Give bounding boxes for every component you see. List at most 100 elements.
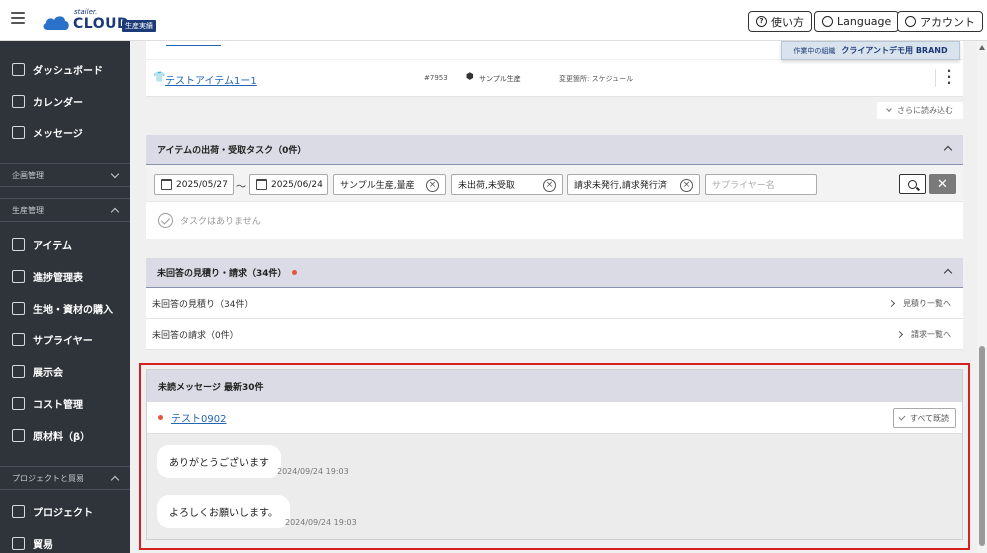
clear-icon[interactable]: ×: [680, 179, 693, 192]
org-name: クライアントデモ用 BRAND: [841, 46, 948, 55]
sidebar-item-label: 原材料（β）: [33, 431, 91, 443]
sidebar-item-label: 進捗管理表: [33, 272, 83, 284]
section-label: プロジェクトと貿易: [12, 473, 84, 483]
panel-title: アイテムの出荷・受取タスク（0件）: [157, 146, 307, 156]
chevron-up-icon: [943, 268, 953, 278]
sidebar-item-calendar[interactable]: カレンダー: [0, 87, 130, 115]
chevron-right-icon: [895, 330, 904, 339]
unanswered-panel-header[interactable]: 未回答の見積り・請求（34件）: [146, 258, 963, 288]
app-logo[interactable]: stailer. CLOUD 生産実績: [42, 8, 162, 34]
divider: [935, 69, 936, 87]
production-filter-value: サンプル生産,量産: [340, 181, 415, 191]
panel-title: 未回答の見積り・請求（34件）: [157, 269, 287, 279]
sidebar-item-exhibition[interactable]: 展示会: [0, 357, 130, 385]
kebab-menu-icon[interactable]: · · ·: [946, 65, 952, 89]
date-to-field[interactable]: 2025/06/24: [249, 174, 328, 195]
supplier-placeholder: サプライヤー名: [712, 181, 775, 191]
status-filter[interactable]: 未出荷,未受取 ×: [451, 174, 563, 195]
scrollbar[interactable]: [977, 41, 987, 553]
list-icon: [12, 237, 25, 251]
main-content: 👕 テストアイテム1ー1 #7953 ⬢ サンプル生産 変更箇所: スケジュール…: [130, 41, 977, 553]
close-icon: ✕: [937, 176, 948, 192]
sidebar-item-label: メッセージ: [33, 128, 83, 140]
scroll-thumb[interactable]: [979, 346, 985, 546]
sidebar-item-dashboard[interactable]: ダッシュボード: [0, 55, 130, 83]
sidebar-item-items[interactable]: アイテム: [0, 230, 130, 258]
supplier-input[interactable]: サプライヤー名: [705, 174, 817, 195]
person-icon: [12, 364, 25, 378]
clear-filters-button[interactable]: ✕: [929, 174, 956, 194]
building-icon: [12, 332, 25, 346]
sidebar-item-label: プロジェクト: [33, 507, 93, 519]
item-name-link[interactable]: テストアイテム1ー1: [165, 72, 257, 87]
shipping-tasks-panel: アイテムの出荷・受取タスク（0件） 2025/05/27 〜 2025/06/2…: [146, 135, 963, 239]
logo-small-text: stailer.: [74, 8, 98, 16]
clear-icon[interactable]: ×: [543, 179, 556, 192]
sidebar-item-project[interactable]: プロジェクト: [0, 497, 130, 525]
sidebar-item-label: 貿易: [33, 539, 53, 551]
billing-filter-value: 請求未発行,請求発行済: [574, 181, 667, 191]
message-icon: [12, 125, 25, 139]
fabric-icon: [12, 301, 25, 315]
shipping-panel-header[interactable]: アイテムの出荷・受取タスク（0件）: [146, 135, 963, 165]
globe-icon: [822, 16, 833, 27]
chevron-down-icon: [110, 169, 120, 178]
empty-label: タスクはありません: [180, 217, 261, 227]
alert-dot: [291, 270, 297, 275]
highlight-box: [139, 363, 970, 550]
search-button[interactable]: [899, 174, 926, 194]
chevron-up-icon: [110, 207, 120, 216]
sidebar-item-message[interactable]: メッセージ: [0, 118, 130, 146]
hamburger-menu-icon[interactable]: [11, 12, 25, 26]
grid-icon: [12, 269, 25, 283]
logo-badge: 生産実績: [122, 20, 156, 32]
cube-icon: ⬢: [466, 72, 474, 82]
unanswered-invoices-row[interactable]: 未回答の請求（0件） 請求一覧へ: [146, 319, 963, 350]
quotes-list-link[interactable]: 見積り一覧へ: [887, 298, 951, 309]
help-button[interactable]: ? 使い方: [748, 11, 812, 32]
app-header: stailer. CLOUD 生産実績 ? 使い方 Language アカウント: [0, 0, 987, 41]
billing-filter[interactable]: 請求未発行,請求発行済 ×: [567, 174, 700, 195]
clear-icon[interactable]: ×: [426, 179, 439, 192]
section-label: 企画管理: [12, 170, 44, 180]
sidebar-item-label: ダッシュボード: [33, 65, 103, 77]
sidebar: ダッシュボード カレンダー メッセージ 企画管理 生産管理 アイテム 進捗管理表…: [0, 41, 130, 553]
date-from-field[interactable]: 2025/05/27: [154, 174, 234, 195]
chevron-right-icon: [887, 299, 896, 308]
sidebar-item-label: 展示会: [33, 367, 63, 379]
sidebar-section-production[interactable]: 生産管理: [0, 198, 130, 222]
shirt-icon: 👕: [153, 72, 166, 83]
sidebar-item-cost[interactable]: コスト管理: [0, 389, 130, 417]
account-button[interactable]: アカウント: [897, 11, 983, 32]
item-production-type: サンプル生産: [479, 75, 521, 83]
production-type-filter[interactable]: サンプル生産,量産 ×: [333, 174, 446, 195]
account-icon: [905, 16, 916, 27]
date-from-value: 2025/05/27: [176, 179, 228, 190]
load-more-button[interactable]: さらに読み込む: [877, 102, 963, 119]
date-range-separator: 〜: [236, 182, 246, 193]
unanswered-quotes-row[interactable]: 未回答の見積り（34件） 見積り一覧へ: [146, 288, 963, 319]
sidebar-section-plan[interactable]: 企画管理: [0, 163, 130, 187]
link-label: 請求一覧へ: [911, 330, 951, 339]
row-label: 未回答の請求（0件）: [152, 330, 239, 341]
invoices-list-link[interactable]: 請求一覧へ: [895, 329, 951, 340]
unanswered-panel: 未回答の見積り・請求（34件） 未回答の見積り（34件） 見積り一覧へ 未回答の…: [146, 258, 963, 350]
sidebar-item-progress[interactable]: 進捗管理表: [0, 262, 130, 290]
calculator-icon: [12, 396, 25, 410]
scroll-up-icon[interactable]: [979, 45, 985, 50]
row-label: 未回答の見積り（34件）: [152, 299, 254, 310]
search-icon: [908, 179, 917, 189]
calendar-icon: [161, 179, 172, 190]
item-number: #7953: [424, 74, 448, 82]
check-circle-icon: [158, 213, 173, 228]
sidebar-item-materials[interactable]: 生地・資材の購入: [0, 294, 130, 322]
help-button-label: 使い方: [771, 15, 804, 29]
sidebar-section-project[interactable]: プロジェクトと貿易: [0, 466, 130, 490]
sidebar-item-raw-materials[interactable]: 原材料（β）: [0, 421, 130, 449]
org-prefix: 作業中の組織: [793, 46, 836, 55]
item-row: 👕 テストアイテム1ー1 #7953 ⬢ サンプル生産 変更箇所: スケジュール…: [146, 60, 963, 97]
sidebar-item-trade[interactable]: 貿易: [0, 529, 130, 553]
language-button[interactable]: Language: [814, 11, 900, 32]
section-label: 生産管理: [12, 205, 44, 215]
sidebar-item-suppliers[interactable]: サプライヤー: [0, 325, 130, 353]
